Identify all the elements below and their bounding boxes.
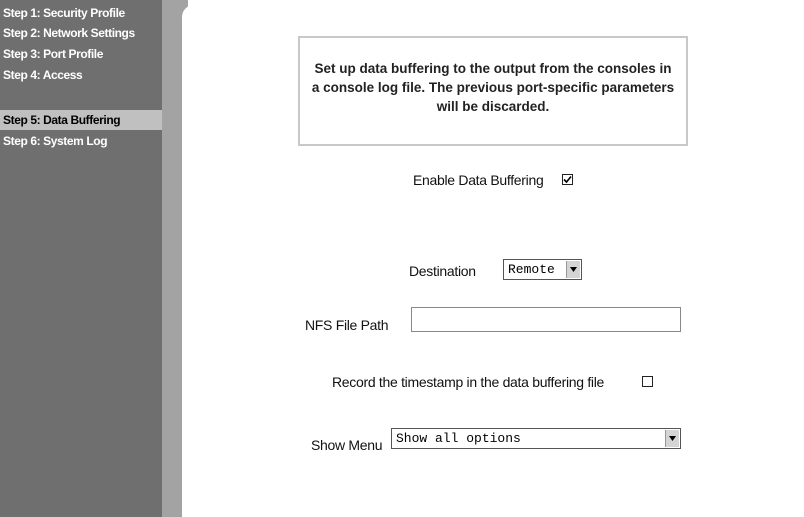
show-menu-select-value: Show all options <box>396 431 521 446</box>
nfs-path-label: NFS File Path <box>305 317 389 333</box>
destination-label: Destination <box>409 263 476 279</box>
enable-buffering-checkbox[interactable] <box>562 174 573 185</box>
checkmark-icon <box>563 175 572 184</box>
show-menu-select[interactable]: Show all options <box>391 428 681 449</box>
timestamp-checkbox[interactable] <box>642 376 653 387</box>
sidebar-nav: Step 1: Security Profile Step 2: Network… <box>0 0 162 517</box>
sidebar-item-system-log[interactable]: Step 6: System Log <box>0 131 162 151</box>
dropdown-arrow-icon <box>566 261 580 278</box>
enable-buffering-label: Enable Data Buffering <box>413 172 544 188</box>
sidebar-item-security-profile[interactable]: Step 1: Security Profile <box>0 3 162 23</box>
destination-select[interactable]: Remote <box>503 259 582 280</box>
nfs-path-input[interactable] <box>411 307 681 332</box>
show-menu-label: Show Menu <box>311 437 383 453</box>
sidebar-item-port-profile[interactable]: Step 3: Port Profile <box>0 44 162 64</box>
sidebar-item-network-settings[interactable]: Step 2: Network Settings <box>0 23 162 43</box>
sidebar-item-data-buffering[interactable]: Step 5: Data Buffering <box>0 110 162 130</box>
timestamp-label: Record the timestamp in the data bufferi… <box>332 374 605 390</box>
info-text: Set up data buffering to the output from… <box>311 61 675 114</box>
sidebar-item-access[interactable]: Step 4: Access <box>0 65 162 85</box>
info-box: Set up data buffering to the output from… <box>298 36 688 146</box>
destination-select-value: Remote <box>508 262 555 277</box>
dropdown-arrow-icon <box>665 430 679 447</box>
